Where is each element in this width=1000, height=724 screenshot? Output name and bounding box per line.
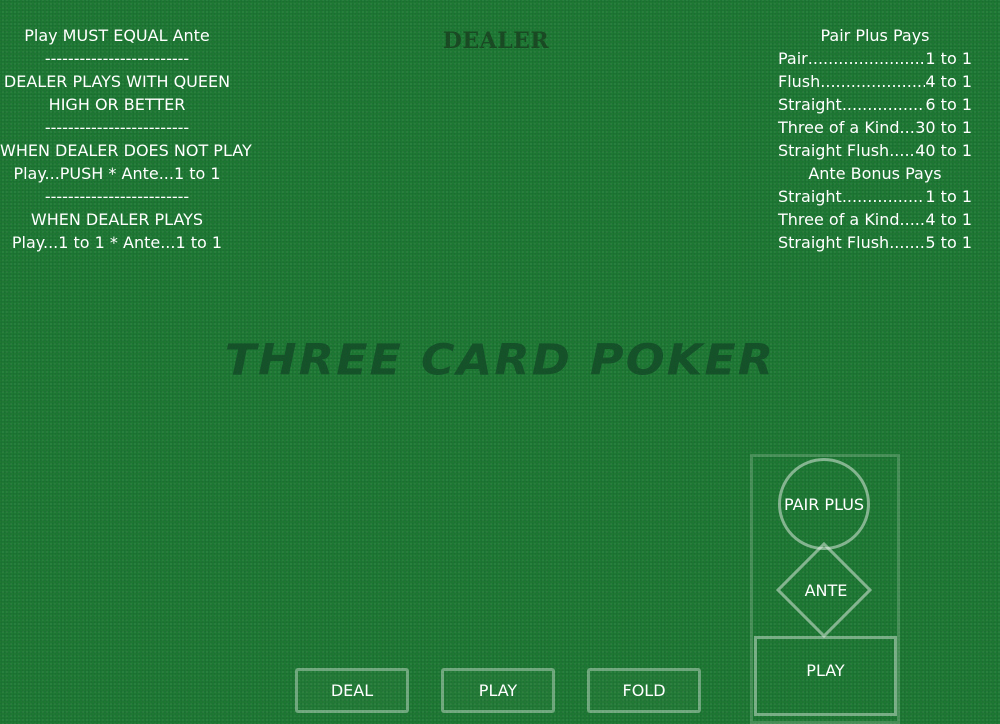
play-button[interactable]: PLAY	[441, 668, 555, 713]
paytable-row: Three of a Kind 4 to 1	[778, 208, 972, 231]
payout: 4 to 1	[925, 72, 972, 91]
dot-leader	[808, 47, 926, 70]
hand-name: Three of a Kind	[778, 210, 900, 229]
rule-divider: -------------------------	[44, 49, 190, 68]
dot-leader	[842, 93, 926, 116]
rule-divider: -------------------------	[44, 187, 190, 206]
paytable-row: Straight 1 to 1	[778, 185, 972, 208]
rules-panel: Play MUST EQUAL Ante -------------------…	[0, 24, 252, 254]
play-spot[interactable]: PLAY	[754, 636, 897, 716]
paytable-row: Flush 4 to 1	[778, 70, 972, 93]
ante-label: ANTE	[804, 581, 848, 600]
rule-line: Play...1 to 1 * Ante...1 to 1	[11, 233, 223, 252]
rule-line: Play MUST EQUAL Ante	[24, 26, 210, 45]
hand-name: Straight Flush	[778, 141, 890, 160]
dealer-label: DEALER	[442, 28, 550, 54]
hand-name: Straight Flush	[778, 233, 890, 252]
rule-line: WHEN DEALER PLAYS	[30, 210, 204, 229]
hand-name: Three of a Kind	[778, 118, 900, 137]
hand-name: Straight	[778, 95, 842, 114]
rule-line: DEALER PLAYS WITH QUEEN	[3, 72, 231, 91]
dot-leader	[820, 70, 925, 93]
dot-leader	[900, 208, 926, 231]
paytable-row: Pair 1 to 1	[778, 47, 972, 70]
pair-plus-title: Pair Plus Pays	[820, 26, 930, 45]
paytable-row: Straight Flush 5 to 1	[778, 231, 972, 254]
play-spot-label: PLAY	[806, 661, 845, 680]
pair-plus-spot[interactable]: PAIR PLUS	[778, 458, 870, 550]
fold-button[interactable]: FOLD	[587, 668, 701, 713]
paytable: Pair Plus Pays Pair 1 to 1 Flush 4 to 1 St…	[778, 24, 972, 254]
rule-divider: -------------------------	[44, 118, 190, 137]
rule-line: HIGH OR BETTER	[48, 95, 186, 114]
table-title: THREE CARD POKER	[224, 335, 776, 385]
dot-leader	[889, 139, 915, 162]
dot-leader	[842, 185, 926, 208]
ante-bonus-title: Ante Bonus Pays	[808, 164, 942, 183]
payout: 30 to 1	[915, 118, 972, 137]
payout: 1 to 1	[925, 49, 972, 68]
dot-leader	[889, 231, 925, 254]
hand-name: Flush	[778, 72, 821, 91]
dot-leader	[900, 116, 916, 139]
payout: 6 to 1	[925, 95, 972, 114]
payout: 4 to 1	[925, 210, 972, 229]
rule-line: Play...PUSH * Ante...1 to 1	[13, 164, 221, 183]
hand-name: Straight	[778, 187, 842, 206]
payout: 5 to 1	[925, 233, 972, 252]
deal-button[interactable]: DEAL	[295, 668, 409, 713]
hand-name: Pair	[778, 49, 808, 68]
paytable-row: Three of a Kind 30 to 1	[778, 116, 972, 139]
pair-plus-label: PAIR PLUS	[783, 494, 865, 514]
payout: 40 to 1	[915, 141, 972, 160]
rule-line: WHEN DEALER DOES NOT PLAY	[0, 141, 252, 160]
payout: 1 to 1	[925, 187, 972, 206]
paytable-row: Straight Flush 40 to 1	[778, 139, 972, 162]
paytable-row: Straight 6 to 1	[778, 93, 972, 116]
